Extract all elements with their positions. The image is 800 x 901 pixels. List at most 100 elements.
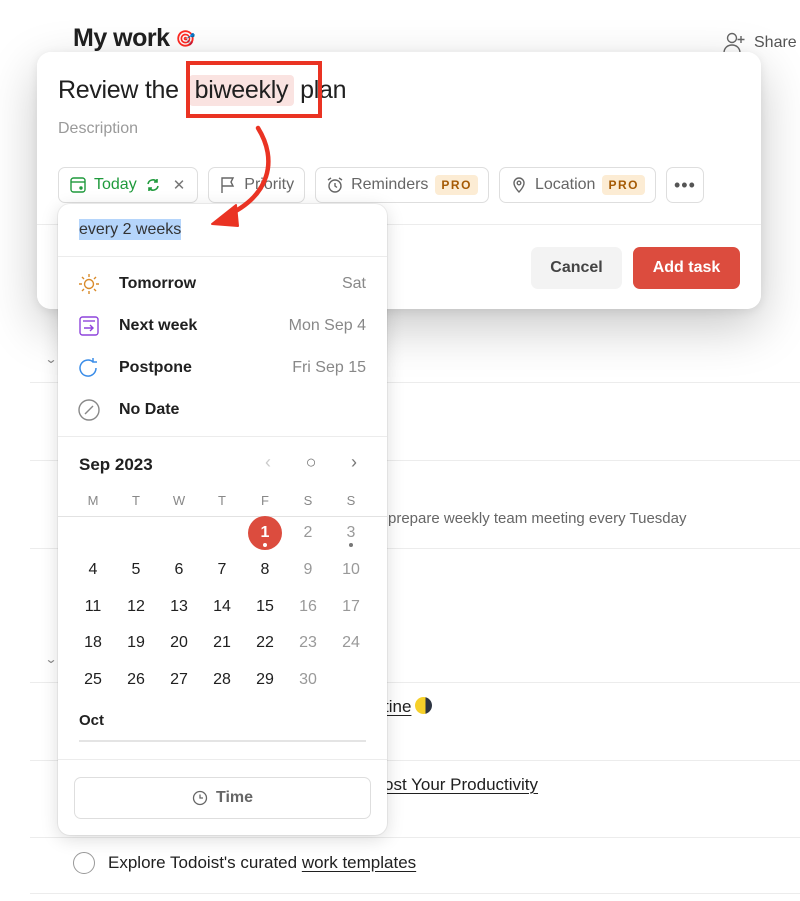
- day-number: 2: [303, 524, 313, 541]
- go-to-today-button[interactable]: ○: [301, 452, 321, 473]
- calendar-day[interactable]: 3: [334, 516, 368, 550]
- time-button[interactable]: Time: [74, 777, 371, 819]
- calendar-day[interactable]: 10: [334, 553, 368, 587]
- add-task-button[interactable]: Add task: [633, 247, 740, 289]
- day-number: 6: [174, 560, 184, 578]
- calendar-day[interactable]: 4: [76, 553, 110, 587]
- calendar-day[interactable]: 8: [248, 553, 282, 587]
- quick-option-label: Postpone: [119, 359, 192, 376]
- quick-option-date: Sat: [341, 275, 366, 292]
- quick-option-label: Next week: [119, 317, 198, 334]
- cancel-button[interactable]: Cancel: [531, 247, 622, 289]
- task-link[interactable]: tine: [384, 697, 411, 716]
- recurring-icon: [146, 179, 159, 191]
- date-input[interactable]: every 2 weeks: [79, 219, 182, 240]
- calendar-day[interactable]: 16: [291, 590, 325, 624]
- calendar-day[interactable]: 26: [119, 663, 153, 697]
- calendar-day[interactable]: 27: [162, 663, 196, 697]
- quick-option-next-week[interactable]: Next week Mon Sep 4: [58, 305, 387, 347]
- calendar-day[interactable]: 20: [162, 626, 196, 660]
- calendar-day[interactable]: 30: [291, 663, 325, 697]
- task-text: Explore Todoist's curated: [108, 853, 302, 872]
- calendar-day[interactable]: 11: [76, 590, 110, 624]
- next-month-label: Oct: [79, 712, 105, 729]
- day-number: 29: [256, 671, 274, 689]
- day-number: 17: [342, 597, 360, 615]
- time-label: Time: [215, 789, 254, 806]
- day-number: 18: [84, 634, 102, 652]
- clock-icon: [192, 790, 208, 806]
- section-collapse-icon[interactable]: ⌄: [44, 652, 57, 666]
- due-date-chip[interactable]: Today ✕: [58, 167, 199, 203]
- day-number: 19: [127, 634, 145, 652]
- calendar-day[interactable]: 6: [162, 553, 196, 587]
- quick-option-no-date[interactable]: No Date: [58, 389, 387, 431]
- next-week-icon: [79, 316, 99, 336]
- calendar-day[interactable]: 9: [291, 553, 325, 587]
- calendar-day-today[interactable]: 1: [248, 516, 282, 550]
- task-checkbox[interactable]: [73, 852, 95, 874]
- task-dot-icon: [349, 543, 353, 547]
- clear-date-icon[interactable]: ✕: [173, 176, 186, 194]
- task-link[interactable]: ost Your Productivity: [384, 775, 538, 794]
- calendar-day[interactable]: 22: [248, 626, 282, 660]
- calendar-day[interactable]: 14: [205, 590, 239, 624]
- day-number: 8: [260, 560, 270, 578]
- calendar-day[interactable]: 19: [119, 626, 153, 660]
- calendar-day[interactable]: 2: [291, 516, 325, 550]
- calendar-day[interactable]: 7: [205, 553, 239, 587]
- calendar-day[interactable]: 23: [291, 626, 325, 660]
- weekday-header: S: [346, 493, 356, 508]
- task-name-input[interactable]: Review the biweekly plan: [58, 75, 347, 106]
- calendar-day[interactable]: 25: [76, 663, 110, 697]
- divider: [58, 436, 387, 437]
- calendar-day[interactable]: 17: [334, 590, 368, 624]
- task-description: prepare weekly team meeting every Tuesda…: [388, 510, 687, 527]
- quick-option-date: Fri Sep 15: [292, 359, 366, 376]
- day-number: 24: [342, 634, 360, 652]
- calendar-day[interactable]: 29: [248, 663, 282, 697]
- day-number: 16: [299, 597, 317, 615]
- quick-option-tomorrow[interactable]: Tomorrow Sat: [58, 263, 387, 305]
- description-input[interactable]: Description: [58, 120, 138, 138]
- day-number: 11: [84, 597, 102, 615]
- calendar-day[interactable]: 28: [205, 663, 239, 697]
- postpone-icon: [79, 358, 97, 377]
- task-name-text: plan: [300, 76, 347, 104]
- weekday-header: T: [218, 493, 226, 508]
- calendar-day[interactable]: 24: [334, 626, 368, 660]
- section-collapse-icon[interactable]: ⌄: [44, 352, 57, 366]
- recurrence-highlight: biweekly: [188, 75, 295, 106]
- task-item[interactable]: Explore Todoist's curated work templates: [108, 853, 416, 873]
- task-link[interactable]: work templates: [302, 853, 416, 872]
- task-item[interactable]: tine: [384, 697, 433, 717]
- calendar-day[interactable]: 13: [162, 590, 196, 624]
- next-month-button[interactable]: ›: [344, 452, 364, 473]
- day-number: 20: [170, 634, 188, 652]
- calendar-day[interactable]: 15: [248, 590, 282, 624]
- calendar-day[interactable]: 21: [205, 626, 239, 660]
- day-number: 3: [346, 524, 356, 541]
- pro-badge: PRO: [435, 175, 478, 195]
- location-chip[interactable]: Location PRO: [498, 167, 656, 203]
- day-number: 14: [213, 597, 231, 615]
- calendar-day[interactable]: 18: [76, 626, 110, 660]
- more-options-button[interactable]: •••: [665, 167, 704, 203]
- alarm-clock-icon: [327, 177, 343, 193]
- day-number: 22: [256, 634, 274, 652]
- weekday-header: S: [303, 493, 313, 508]
- quick-option-postpone[interactable]: Postpone Fri Sep 15: [58, 347, 387, 389]
- divider: [58, 759, 387, 760]
- task-dot-icon: [263, 543, 267, 547]
- quick-option-label: No Date: [119, 401, 180, 418]
- task-item[interactable]: ost Your Productivity: [384, 775, 538, 795]
- calendar-day[interactable]: 12: [119, 590, 153, 624]
- day-number: 25: [84, 671, 102, 689]
- previous-month-button[interactable]: ‹: [258, 452, 278, 473]
- day-number: 9: [303, 560, 313, 578]
- reminders-chip[interactable]: Reminders PRO: [315, 167, 489, 203]
- weekday-header: M: [87, 493, 99, 508]
- quick-option-date: Mon Sep 4: [288, 317, 366, 334]
- priority-chip[interactable]: Priority: [208, 167, 306, 203]
- calendar-day[interactable]: 5: [119, 553, 153, 587]
